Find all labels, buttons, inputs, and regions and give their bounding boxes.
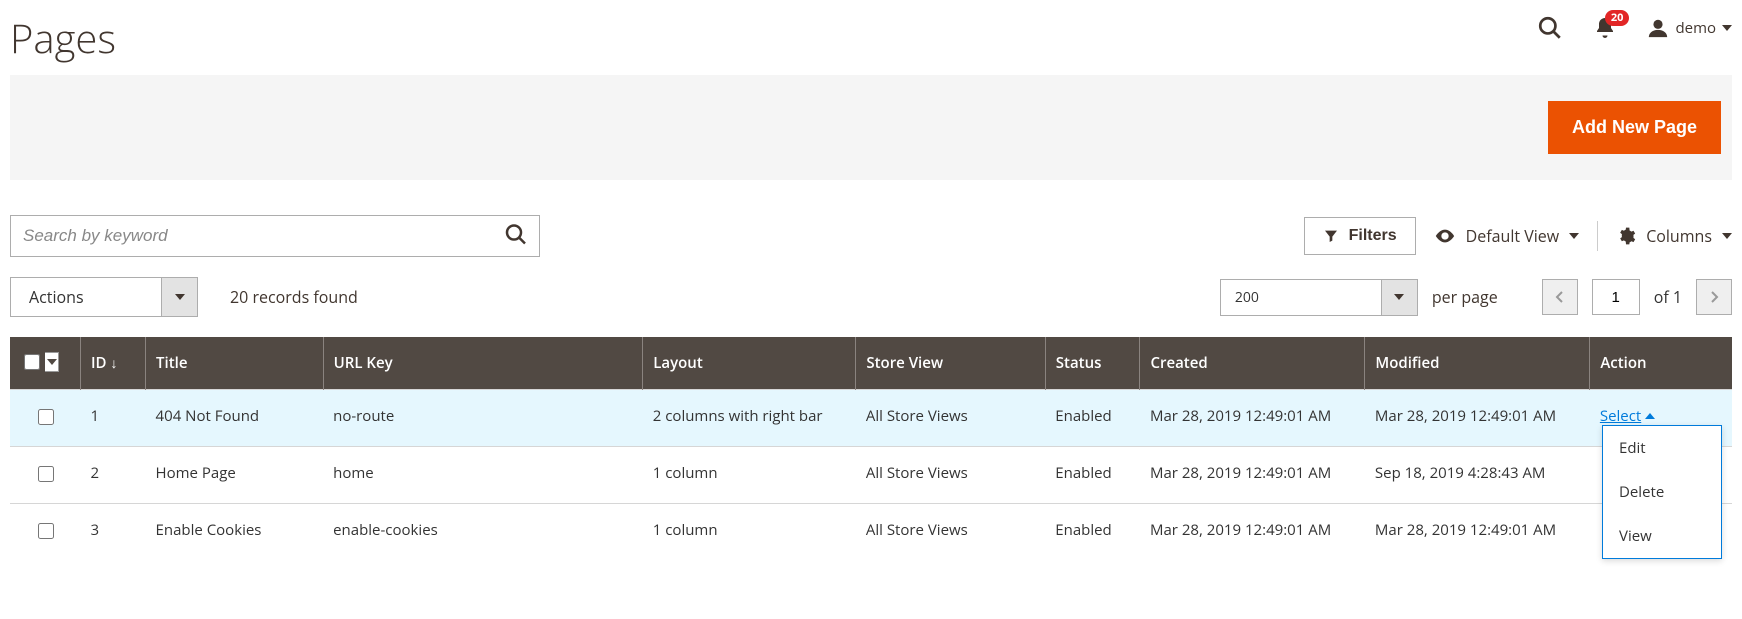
cell-modified: Sep 18, 2019 4:28:43 AM xyxy=(1365,447,1590,504)
cell-title: Home Page xyxy=(146,447,324,504)
search-button[interactable] xyxy=(498,217,534,256)
row-checkbox[interactable] xyxy=(38,409,54,425)
user-name: demo xyxy=(1675,18,1716,38)
header-store-view[interactable]: Store View xyxy=(856,337,1045,390)
actions-label: Actions xyxy=(11,278,161,316)
separator xyxy=(1597,221,1598,251)
eye-icon xyxy=(1434,225,1456,247)
header-url-key[interactable]: URL Key xyxy=(323,337,643,390)
table-row[interactable]: 1404 Not Foundno-route2 columns with rig… xyxy=(10,390,1732,447)
user-icon xyxy=(1647,17,1669,39)
cell-title: Enable Cookies xyxy=(146,504,324,561)
select-link[interactable]: Select xyxy=(1600,406,1655,426)
cell-modified: Mar 28, 2019 12:49:01 AM xyxy=(1365,390,1590,447)
action-delete[interactable]: Delete xyxy=(1603,470,1721,514)
cell-id: 2 xyxy=(80,447,145,504)
header-modified[interactable]: Modified xyxy=(1365,337,1590,390)
default-view-label: Default View xyxy=(1466,225,1560,247)
table-row[interactable]: 3Enable Cookiesenable-cookies1 columnAll… xyxy=(10,504,1732,561)
table-row[interactable]: 2Home Pagehome1 columnAll Store ViewsEna… xyxy=(10,447,1732,504)
records-found: 20 records found xyxy=(230,286,358,308)
cell-store-view: All Store Views xyxy=(856,504,1045,561)
next-page-button[interactable] xyxy=(1696,279,1732,315)
chevron-left-icon xyxy=(1555,290,1565,304)
search-input[interactable] xyxy=(10,215,540,257)
chevron-down-icon xyxy=(1722,25,1732,31)
per-page-select[interactable]: 200 xyxy=(1220,279,1418,316)
header-id[interactable]: ID↓ xyxy=(80,337,145,390)
header-layout[interactable]: Layout xyxy=(643,337,856,390)
filters-label: Filters xyxy=(1349,227,1397,245)
cell-url-key: enable-cookies xyxy=(323,504,643,561)
page-title: Pages xyxy=(10,10,116,65)
notification-badge: 20 xyxy=(1605,10,1630,26)
header-title[interactable]: Title xyxy=(146,337,324,390)
chevron-down-icon xyxy=(161,278,197,316)
filters-button[interactable]: Filters xyxy=(1304,217,1416,255)
cell-store-view: All Store Views xyxy=(856,390,1045,447)
cell-status: Enabled xyxy=(1045,447,1140,504)
cell-title: 404 Not Found xyxy=(146,390,324,447)
action-edit[interactable]: Edit xyxy=(1603,426,1721,470)
cell-created: Mar 28, 2019 12:49:01 AM xyxy=(1140,390,1365,447)
cell-modified: Mar 28, 2019 12:49:01 AM xyxy=(1365,504,1590,561)
cell-url-key: no-route xyxy=(323,390,643,447)
cell-created: Mar 28, 2019 12:49:01 AM xyxy=(1140,447,1365,504)
header-created[interactable]: Created xyxy=(1140,337,1365,390)
per-page-label: per page xyxy=(1432,286,1498,308)
chevron-down-icon xyxy=(1569,233,1579,239)
action-bar: Add New Page xyxy=(10,75,1732,180)
cell-status: Enabled xyxy=(1045,504,1140,561)
row-checkbox-cell xyxy=(10,447,80,504)
header-status[interactable]: Status xyxy=(1045,337,1140,390)
pages-grid: ID↓ Title URL Key Layout Store View Stat… xyxy=(10,337,1732,560)
user-menu[interactable]: demo xyxy=(1647,17,1732,39)
add-new-page-button[interactable]: Add New Page xyxy=(1548,101,1721,154)
notifications-icon[interactable]: 20 xyxy=(1593,16,1617,40)
gear-icon xyxy=(1616,226,1636,246)
sort-desc-icon: ↓ xyxy=(111,354,118,373)
cell-layout: 1 column xyxy=(643,447,856,504)
cell-created: Mar 28, 2019 12:49:01 AM xyxy=(1140,504,1365,561)
row-checkbox-cell xyxy=(10,390,80,447)
action-view[interactable]: View xyxy=(1603,514,1721,558)
default-view-toggle[interactable]: Default View xyxy=(1434,225,1580,247)
columns-toggle[interactable]: Columns xyxy=(1616,225,1732,247)
cell-id: 1 xyxy=(80,390,145,447)
header-action: Action xyxy=(1590,337,1732,390)
row-checkbox[interactable] xyxy=(38,466,54,482)
search-icon xyxy=(504,223,528,247)
actions-select[interactable]: Actions xyxy=(10,277,198,317)
chevron-down-icon xyxy=(1381,280,1417,315)
page-number-input[interactable] xyxy=(1592,279,1640,315)
row-action-menu: Edit Delete View xyxy=(1602,425,1722,559)
chevron-down-icon[interactable] xyxy=(45,352,59,372)
chevron-up-icon xyxy=(1645,413,1655,419)
funnel-icon xyxy=(1323,228,1339,244)
cell-url-key: home xyxy=(323,447,643,504)
columns-label: Columns xyxy=(1646,225,1712,247)
cell-id: 3 xyxy=(80,504,145,561)
cell-layout: 2 columns with right bar xyxy=(643,390,856,447)
select-all-checkbox[interactable] xyxy=(24,354,40,370)
row-checkbox-cell xyxy=(10,504,80,561)
chevron-right-icon xyxy=(1709,290,1719,304)
chevron-down-icon xyxy=(1722,233,1732,239)
global-search-icon[interactable] xyxy=(1537,15,1563,41)
cell-status: Enabled xyxy=(1045,390,1140,447)
cell-layout: 1 column xyxy=(643,504,856,561)
prev-page-button[interactable] xyxy=(1542,279,1578,315)
cell-store-view: All Store Views xyxy=(856,447,1045,504)
row-checkbox[interactable] xyxy=(38,523,54,539)
header-checkbox[interactable] xyxy=(10,337,80,390)
per-page-value: 200 xyxy=(1221,280,1381,315)
page-of-label: of 1 xyxy=(1654,286,1682,308)
